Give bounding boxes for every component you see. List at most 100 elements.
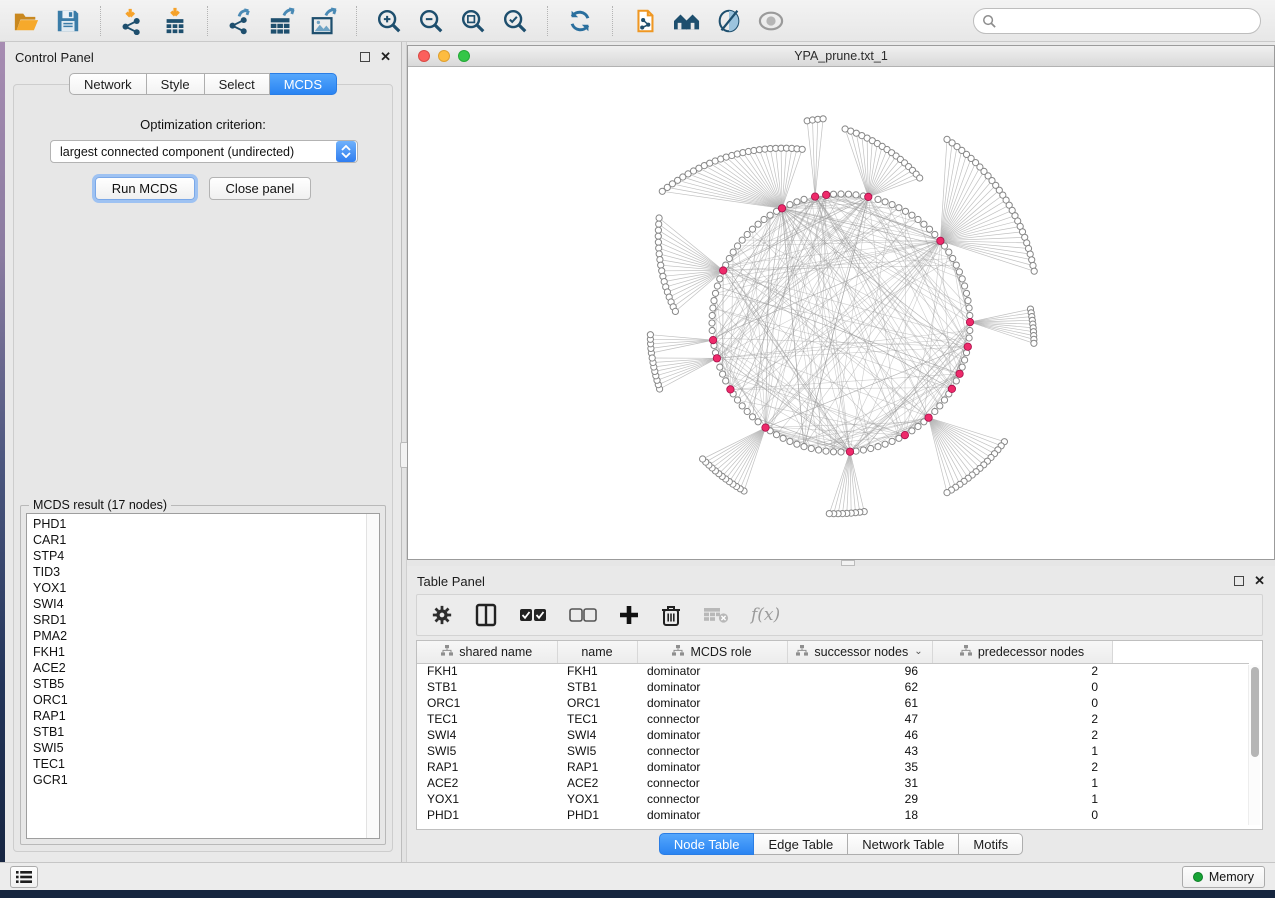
export-image-icon[interactable] [306, 4, 342, 38]
cell[interactable]: SWI5 [417, 743, 557, 759]
tab-select[interactable]: Select [205, 73, 270, 95]
cell[interactable]: TEC1 [557, 711, 637, 727]
zoom-in-icon[interactable] [371, 4, 407, 38]
cell[interactable]: 96 [787, 663, 932, 679]
table-row[interactable]: ORC1ORC1dominator610 [417, 695, 1249, 711]
cell[interactable]: SWI5 [557, 743, 637, 759]
float-window-icon[interactable] [360, 52, 370, 62]
mcds-result-item[interactable]: RAP1 [27, 708, 365, 724]
search-input[interactable] [973, 8, 1261, 34]
table-row[interactable]: SWI5SWI5connector431 [417, 743, 1249, 759]
cell[interactable]: ACE2 [557, 775, 637, 791]
close-panel-icon[interactable]: ✕ [1254, 576, 1265, 586]
mcds-result-item[interactable]: STB1 [27, 724, 365, 740]
cell[interactable]: YOX1 [557, 791, 637, 807]
table-row[interactable]: YOX1YOX1connector291 [417, 791, 1249, 807]
mcds-result-item[interactable]: ACE2 [27, 660, 365, 676]
mcds-result-item[interactable]: YOX1 [27, 580, 365, 596]
column-header-name[interactable]: name [557, 641, 637, 663]
cell[interactable]: 29 [787, 791, 932, 807]
cell[interactable]: FKH1 [417, 663, 557, 679]
mcds-result-item[interactable]: SRD1 [27, 612, 365, 628]
zoom-selected-icon[interactable] [497, 4, 533, 38]
cell[interactable]: dominator [637, 679, 787, 695]
hide-panel-icon[interactable] [711, 4, 747, 38]
cell[interactable]: 2 [932, 727, 1112, 743]
mcds-result-item[interactable]: STB5 [27, 676, 365, 692]
cell[interactable]: 61 [787, 695, 932, 711]
tab-edge-table[interactable]: Edge Table [754, 833, 848, 855]
cell[interactable]: RAP1 [417, 759, 557, 775]
delete-column-icon[interactable] [661, 600, 681, 630]
cell[interactable]: YOX1 [417, 791, 557, 807]
cell[interactable]: connector [637, 791, 787, 807]
cell[interactable]: connector [637, 775, 787, 791]
mcds-result-item[interactable]: TID3 [27, 564, 365, 580]
mcds-result-item[interactable]: PHD1 [27, 516, 365, 532]
tab-network-table[interactable]: Network Table [848, 833, 959, 855]
cell[interactable]: STB1 [557, 679, 637, 695]
table-row[interactable]: TEC1TEC1connector472 [417, 711, 1249, 727]
cell[interactable]: 2 [932, 663, 1112, 679]
mcds-result-item[interactable]: ORC1 [27, 692, 365, 708]
cell[interactable]: dominator [637, 695, 787, 711]
mcds-result-item[interactable]: GCR1 [27, 772, 365, 788]
float-window-icon[interactable] [1234, 576, 1244, 586]
cell[interactable]: 62 [787, 679, 932, 695]
close-panel-icon[interactable]: ✕ [380, 52, 391, 62]
cell[interactable]: SWI4 [557, 727, 637, 743]
cell[interactable]: connector [637, 711, 787, 727]
network-canvas[interactable] [408, 67, 1274, 559]
show-all-networks-icon[interactable] [669, 4, 705, 38]
cell[interactable]: 46 [787, 727, 932, 743]
select-all-columns-icon[interactable] [519, 600, 547, 630]
cell[interactable]: 1 [932, 791, 1112, 807]
column-header-MCDS-role[interactable]: MCDS role [637, 641, 787, 663]
table-row[interactable]: PHD1PHD1dominator180 [417, 807, 1249, 823]
mcds-result-item[interactable]: PMA2 [27, 628, 365, 644]
cell[interactable]: 2 [932, 759, 1112, 775]
tab-network[interactable]: Network [69, 73, 147, 95]
zoom-out-icon[interactable] [413, 4, 449, 38]
mcds-result-item[interactable]: SWI4 [27, 596, 365, 612]
cell[interactable]: ORC1 [417, 695, 557, 711]
open-file-icon[interactable] [8, 4, 44, 38]
tab-node-table[interactable]: Node Table [659, 833, 755, 855]
table-row[interactable]: STB1STB1dominator620 [417, 679, 1249, 695]
cell[interactable]: ORC1 [557, 695, 637, 711]
table-row[interactable]: FKH1FKH1dominator962 [417, 663, 1249, 679]
cell[interactable]: 31 [787, 775, 932, 791]
network-graph[interactable] [408, 67, 1274, 559]
cell[interactable]: 0 [932, 807, 1112, 823]
cell[interactable]: dominator [637, 759, 787, 775]
table-scrollbar[interactable] [1248, 665, 1260, 825]
close-panel-button[interactable]: Close panel [209, 177, 312, 200]
tab-motifs[interactable]: Motifs [959, 833, 1023, 855]
cell[interactable]: 18 [787, 807, 932, 823]
mcds-result-item[interactable]: TEC1 [27, 756, 365, 772]
new-network-from-file-icon[interactable] [627, 4, 663, 38]
deselect-all-columns-icon[interactable] [569, 600, 597, 630]
add-column-icon[interactable] [619, 600, 639, 630]
cell[interactable]: connector [637, 743, 787, 759]
cell[interactable]: dominator [637, 663, 787, 679]
table-row[interactable]: RAP1RAP1dominator352 [417, 759, 1249, 775]
optimization-criterion-select[interactable]: largest connected component (undirected) [50, 140, 358, 163]
cell[interactable]: PHD1 [557, 807, 637, 823]
cell[interactable]: 0 [932, 679, 1112, 695]
zoom-fit-icon[interactable] [455, 4, 491, 38]
tab-mcds[interactable]: MCDS [270, 73, 337, 95]
mcds-list-scrollbar[interactable] [366, 514, 379, 838]
table-settings-gear-icon[interactable] [431, 600, 453, 630]
cell[interactable]: 0 [932, 695, 1112, 711]
task-history-button[interactable] [10, 866, 38, 888]
cell[interactable]: PHD1 [417, 807, 557, 823]
save-session-icon[interactable] [50, 4, 86, 38]
table-row[interactable]: ACE2ACE2connector311 [417, 775, 1249, 791]
cell[interactable]: dominator [637, 727, 787, 743]
cell[interactable]: ACE2 [417, 775, 557, 791]
cell[interactable]: 47 [787, 711, 932, 727]
table-scrollbar-thumb[interactable] [1251, 667, 1259, 757]
table-row[interactable]: SWI4SWI4dominator462 [417, 727, 1249, 743]
import-network-icon[interactable] [115, 4, 151, 38]
